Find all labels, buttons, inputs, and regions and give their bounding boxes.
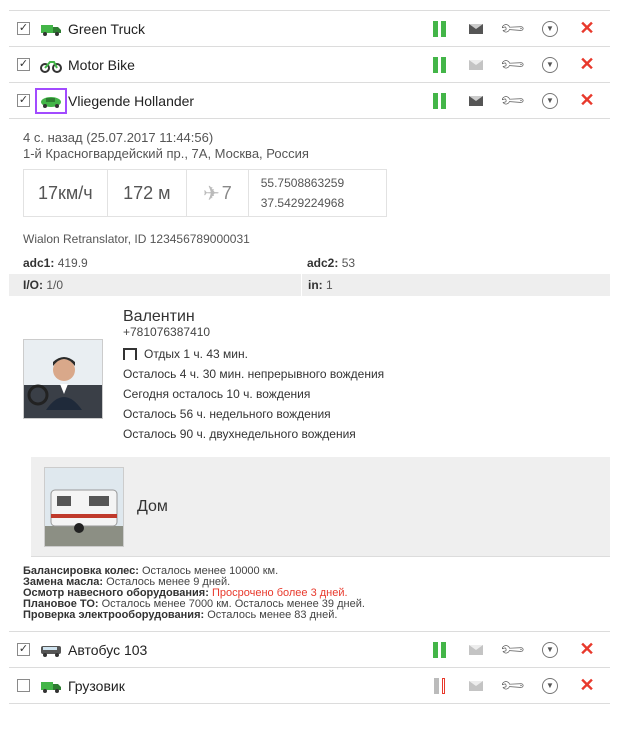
last-message-time: 4 с. назад (25.07.2017 11:44:56) (23, 130, 214, 145)
unit-checkbox[interactable] (17, 679, 30, 692)
unit-row-gruzovik[interactable]: Грузовик 🔧︎ ▼ ✕ (9, 668, 610, 704)
driving-limit: Осталось 90 ч. двухнедельного вождения (123, 427, 356, 441)
driver-photo[interactable] (23, 339, 103, 419)
remove-close-icon[interactable]: ✕ (573, 90, 601, 111)
send-message-icon[interactable] (462, 19, 490, 39)
unit-checkbox[interactable]: ✓ (17, 94, 30, 107)
unit-list: ✓ Green Truck 🔧︎ ▼ ✕ ✓ Motor Bike 🔧︎ ▼ ✕… (9, 10, 610, 704)
param-key: in: (308, 278, 323, 292)
expand-chevron-icon[interactable]: ▼ (536, 676, 564, 696)
param-value: 1/0 (46, 278, 64, 292)
param-key: adc2: (307, 256, 339, 270)
commands-wrench-icon[interactable]: 🔧︎ (498, 50, 527, 79)
expand-chevron-icon[interactable]: ▼ (536, 55, 564, 75)
truck-icon (40, 678, 62, 694)
unit-row-bus-103[interactable]: ✓ Автобус 103 🔧︎ ▼ ✕ (9, 632, 610, 668)
connection-status-icon[interactable] (425, 55, 453, 75)
expand-chevron-icon[interactable]: ▼ (536, 640, 564, 660)
expand-chevron-icon[interactable]: ▼ (536, 19, 564, 39)
send-message-icon[interactable] (462, 676, 490, 696)
unit-row-motor-bike[interactable]: ✓ Motor Bike 🔧︎ ▼ ✕ (9, 47, 610, 83)
param-key: adc1: (23, 256, 55, 270)
unit-row-green-truck[interactable]: ✓ Green Truck 🔧︎ ▼ ✕ (9, 11, 610, 47)
param-row: adc1: 419.9 adc2: 53 (9, 252, 610, 274)
connection-status-icon[interactable] (425, 676, 453, 696)
driving-limit: Сегодня осталось 10 ч. вождения (123, 387, 311, 401)
satellites-cell: ✈ 7 (187, 170, 249, 216)
send-message-icon[interactable] (462, 91, 490, 111)
unit-name[interactable]: Автобус 103 (68, 642, 425, 658)
unit-checkbox[interactable]: ✓ (17, 22, 30, 35)
send-message-icon[interactable] (462, 640, 490, 660)
unit-name[interactable]: Motor Bike (68, 57, 425, 73)
speed-value: 17км/ч (24, 170, 108, 216)
remove-close-icon[interactable]: ✕ (573, 675, 601, 696)
connection-status-icon[interactable] (425, 91, 453, 111)
trailer-photo[interactable] (44, 466, 124, 547)
sensor-params: adc1: 419.9 adc2: 53 I/O: 1/0 in: 1 (9, 252, 610, 296)
commands-wrench-icon[interactable]: 🔧︎ (498, 635, 527, 664)
last-message-info: 4 с. назад (25.07.2017 11:44:56) 1-й Кра… (9, 119, 610, 162)
remove-close-icon[interactable]: ✕ (573, 54, 601, 75)
remove-close-icon[interactable]: ✕ (573, 639, 601, 660)
connection-status-icon[interactable] (425, 640, 453, 660)
send-message-icon[interactable] (462, 55, 490, 75)
remove-close-icon[interactable]: ✕ (573, 18, 601, 39)
metrics-table: 17км/ч 172 м ✈ 7 55.7508863259 37.542922… (23, 169, 387, 217)
truck-icon (40, 21, 62, 37)
motorbike-icon (40, 57, 62, 73)
connection-status-icon[interactable] (425, 19, 453, 39)
param-value: 419.9 (57, 256, 88, 270)
service-intervals: Балансировка колес: Осталось менее 10000… (9, 557, 610, 631)
param-value: 1 (326, 278, 333, 292)
satellite-icon: ✈ (203, 182, 220, 205)
param-value: 53 (341, 256, 356, 270)
unit-checkbox[interactable]: ✓ (17, 58, 30, 71)
service-item: Проверка электрооборудования: Осталось м… (23, 609, 338, 621)
driving-limit: Осталось 56 ч. недельного вождения (123, 407, 331, 421)
unit-name[interactable]: Грузовик (68, 678, 425, 694)
rest-status: Отдых 1 ч. 43 мин. (123, 344, 384, 364)
param-row: I/O: 1/0 in: 1 (9, 274, 610, 296)
param-key: I/O: (23, 278, 43, 292)
latitude-value: 55.7508863259 (260, 176, 345, 190)
bus-icon (40, 642, 62, 658)
trailer-name[interactable]: Дом (137, 498, 168, 516)
satellites-value: 7 (221, 182, 232, 203)
commands-wrench-icon[interactable]: 🔧︎ (498, 86, 527, 115)
rest-icon (123, 348, 137, 360)
commands-wrench-icon[interactable]: 🔧︎ (498, 671, 527, 700)
driving-limit: Осталось 4 ч. 30 мин. непрерывного вожде… (123, 367, 385, 381)
unit-name[interactable]: Vliegende Hollander (68, 93, 425, 109)
unit-name[interactable]: Green Truck (68, 21, 425, 37)
driver-info: Валентин +781076387410 Отдых 1 ч. 43 мин… (123, 308, 384, 457)
unit-details-panel: 4 с. назад (25.07.2017 11:44:56) 1-й Кра… (9, 119, 610, 632)
altitude-value: 172 м (108, 170, 188, 216)
unit-row-vliegende-hollander[interactable]: ✓ Vliegende Hollander 🔧︎ ▼ ✕ (9, 83, 610, 119)
commands-wrench-icon[interactable]: 🔧︎ (498, 14, 527, 43)
driver-phone: +781076387410 (123, 325, 211, 339)
driver-card: Валентин +781076387410 Отдых 1 ч. 43 мин… (9, 296, 610, 457)
expand-chevron-icon[interactable]: ▼ (536, 91, 564, 111)
rest-text: Отдых 1 ч. 43 мин. (144, 347, 248, 361)
driver-name[interactable]: Валентин (123, 308, 384, 325)
trailer-card: Дом (31, 457, 610, 557)
longitude-value: 37.5429224968 (260, 196, 345, 210)
hardware-info: Wialon Retranslator, ID 123456789000031 (23, 232, 250, 246)
car-icon (35, 87, 67, 114)
coordinates-cell: 55.7508863259 37.5429224968 (249, 170, 386, 216)
unit-checkbox[interactable]: ✓ (17, 643, 30, 656)
unit-address: 1-й Красногвардейский пр., 7А, Москва, Р… (23, 146, 309, 161)
